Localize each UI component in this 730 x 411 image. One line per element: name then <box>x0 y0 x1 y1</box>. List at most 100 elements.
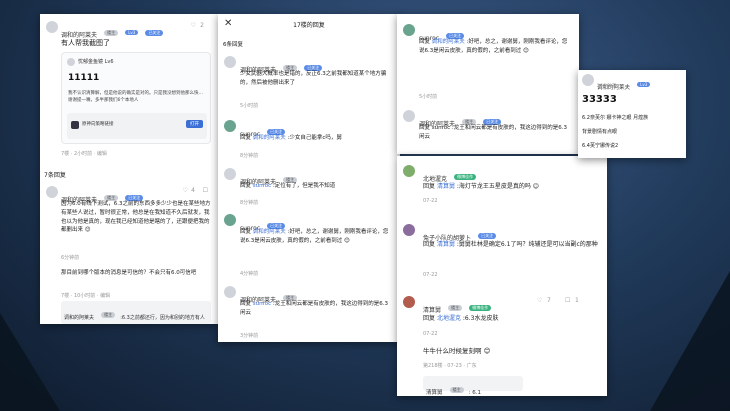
comment-text: 牛牛什么时候复刻啊 😊 <box>423 347 491 355</box>
post-line: 背景剧情有点眼 <box>582 129 618 135</box>
section-header: 6条回复 <box>223 42 243 48</box>
comment-meta: 8分钟前 <box>240 153 259 159</box>
comment-text: :海灯节龙王五星皮是真的吗 😊 <box>456 183 540 190</box>
user-badge: 微博佳作 <box>469 304 492 311</box>
like-count: 7 <box>547 297 551 304</box>
like-icon[interactable]: ♡ <box>537 297 542 304</box>
avatar <box>403 165 415 177</box>
avatar <box>224 168 236 180</box>
like-icon[interactable]: ♡ <box>183 187 188 194</box>
comment-text: :舅舅杜林是确定6.1了吗？纯辅还是可以当副c的那种 <box>456 241 598 248</box>
quote-user: 清算舅 <box>426 390 443 396</box>
mention-link[interactable]: 调和的阿莱夫 <box>253 135 286 141</box>
comment-icon[interactable]: ☐ <box>565 297 570 304</box>
follow-badge[interactable]: 已关注 <box>145 29 164 36</box>
reply-time: 6分钟前 <box>61 255 80 261</box>
avatar <box>46 186 58 198</box>
reply-prefix: 回复 <box>240 183 252 189</box>
comment-meta: 8分钟前 <box>240 200 259 206</box>
post-meta: 7楼 · 2小时前 · 编辑 <box>61 151 107 157</box>
page-title: 17楼的回复 <box>293 22 325 29</box>
comment-meta: 第218楼 · 07-23 · 广东 <box>423 363 477 369</box>
avatar <box>403 296 415 308</box>
post-number: 33333 <box>582 94 617 105</box>
reply-prefix: 回复 <box>423 241 436 248</box>
comment-date: 07-22 <box>423 272 438 278</box>
card-link-box[interactable]: 原神向策略链接 打开 <box>67 113 207 139</box>
comment-meta: 4分钟前 <box>240 271 259 277</box>
like-count: 4 <box>191 187 195 194</box>
avatar <box>403 24 415 36</box>
comment-meta: 5小时前 <box>240 103 259 109</box>
comment-text: :定位有了，但是我不知道 <box>272 183 336 189</box>
avatar <box>67 58 75 66</box>
comment-text: 回复 sunroc :龙王和闲云都是有皮肤的，我这边得到的是6.3闲云 <box>419 125 567 140</box>
section-header: 7条回复 <box>44 172 66 179</box>
mention-link[interactable]: 调和的阿莱夫 <box>432 39 465 45</box>
mention-link[interactable]: 调和的阿莱夫 <box>253 229 286 235</box>
screenshot-panel-1: 调和的阿莱夫 楼主 Lv3 已关注 ♡ 2 有人帮我截图了 忧郁金鱼镜 Lv6 … <box>40 14 218 324</box>
user-badge: 楼主 <box>448 304 463 311</box>
avatar <box>224 56 236 68</box>
link-icon <box>71 121 79 129</box>
quote-user: 调和的阿莱夫 <box>64 315 95 321</box>
card-number: 11111 <box>68 73 100 83</box>
like-icon[interactable]: ♡ <box>191 22 196 29</box>
post-text: 有人帮我截图了 <box>61 39 110 47</box>
comment-icon[interactable]: ☐ <box>203 187 208 194</box>
quote-text: : 6.1 <box>468 390 482 396</box>
screenshot-panel-4: 北地渥克 微博佳作 回复 清算舅 :海灯节龙王五星皮是真的吗 😊 07-22 兔… <box>397 156 607 396</box>
card-body: 我不认识清算解，但是他说的确实是对的。只是我没想到他那么快…谢谢提一嘴，多半那我… <box>68 91 203 104</box>
comment-date: 07-22 <box>423 198 438 204</box>
post-line: 6.4芙宁娜传说2 <box>582 143 619 149</box>
user-badge: Lv3 <box>125 30 139 35</box>
avatar <box>403 110 415 122</box>
comment-count: 1 <box>575 297 579 304</box>
comment-meta: 3分钟前 <box>240 333 259 339</box>
avatar <box>582 74 594 86</box>
avatar <box>224 286 236 298</box>
mention-link[interactable]: 清算舅 <box>437 241 455 248</box>
comment-text: 少女武器大概率也是错的，反正6.3之前我都知道某个地方骗的，然后被他删出来了 <box>240 71 387 86</box>
avatar <box>403 224 415 236</box>
avatar <box>224 120 236 132</box>
screenshot-panel-2: ✕ 17楼的回复 6条回复 调和的阿莱夫 楼主 已关注 少女武器大概率也是错的，… <box>218 14 400 342</box>
avatar <box>46 21 58 33</box>
post-line: 6.2奈芙尔 娜卡神之眼 月煌族 <box>582 115 649 121</box>
reply-prefix: 回复 <box>240 135 252 141</box>
like-count: 2 <box>200 22 204 29</box>
avatar <box>224 214 236 226</box>
quoted-reply[interactable]: 清算舅 楼主 : 6.1 <box>423 376 523 396</box>
reply-prefix: 回复 <box>240 229 252 235</box>
follow-badge[interactable]: 已关注 <box>478 232 497 239</box>
user-badge: 楼主 <box>449 386 464 393</box>
reply-meta: 7楼 · 10小时前 · 编辑 <box>61 293 111 299</box>
mention-link[interactable]: 北地渥克 <box>437 315 461 322</box>
card-link-title: 原神向策略链接 <box>82 122 114 127</box>
user-badge: 楼主 <box>104 29 119 36</box>
embedded-card[interactable]: 忧郁金鱼镜 Lv6 11111 我不认识清算解，但是他说的确实是对的。只是我没想… <box>61 52 211 144</box>
reply-prefix: 回复 <box>423 315 436 322</box>
mention-link[interactable]: sunroc <box>253 301 271 307</box>
open-button[interactable]: 打开 <box>186 120 203 128</box>
user-badge: 楼主 <box>101 311 116 318</box>
reply-text: 那目前到哪个版本的消息是可信的？不会只有6.0可信吧 <box>61 270 197 276</box>
user-badge: 微博佳作 <box>454 173 477 180</box>
reply-prefix: 回复 <box>423 183 436 190</box>
comment-user[interactable]: 清算舅 <box>423 307 441 314</box>
user-badge: Lv3 <box>637 82 651 87</box>
comment-text: :少女自己能拿c吗，舅 <box>287 135 342 141</box>
reply-prefix: 回复 <box>240 301 252 307</box>
comment-text: :6.3水龙皮肤 <box>462 315 499 322</box>
mention-link[interactable]: 清算舅 <box>437 183 455 190</box>
mention-link[interactable]: sunroc <box>253 183 271 189</box>
reply-prefix: 回复 <box>419 39 431 45</box>
comment-meta: 5小时前 <box>419 94 438 100</box>
post-meta: 16分钟前 <box>597 84 617 89</box>
quoted-reply[interactable]: 调和的阿莱夫 楼主 :6.3之前都还行，因为和别的地方有人说 <box>61 301 211 324</box>
card-user: 忧郁金鱼镜 Lv6 <box>78 59 114 65</box>
reply-text: 因为6.0有线下测试，6.3之前的东西多多少少也是在某些地方有某些人说过，暂时很… <box>61 201 211 234</box>
screenshot-panel-5: 调和的阿莱夫 Lv3 16分钟前 33333 6.2奈芙尔 娜卡神之眼 月煌族 … <box>578 70 686 158</box>
comment-date: 07-22 <box>423 331 438 337</box>
screenshot-panel-3: sunroc 已关注 回复 调和的阿莱夫 :好吧，总之，谢谢舅，刚刚我看评论，您… <box>397 14 579 154</box>
